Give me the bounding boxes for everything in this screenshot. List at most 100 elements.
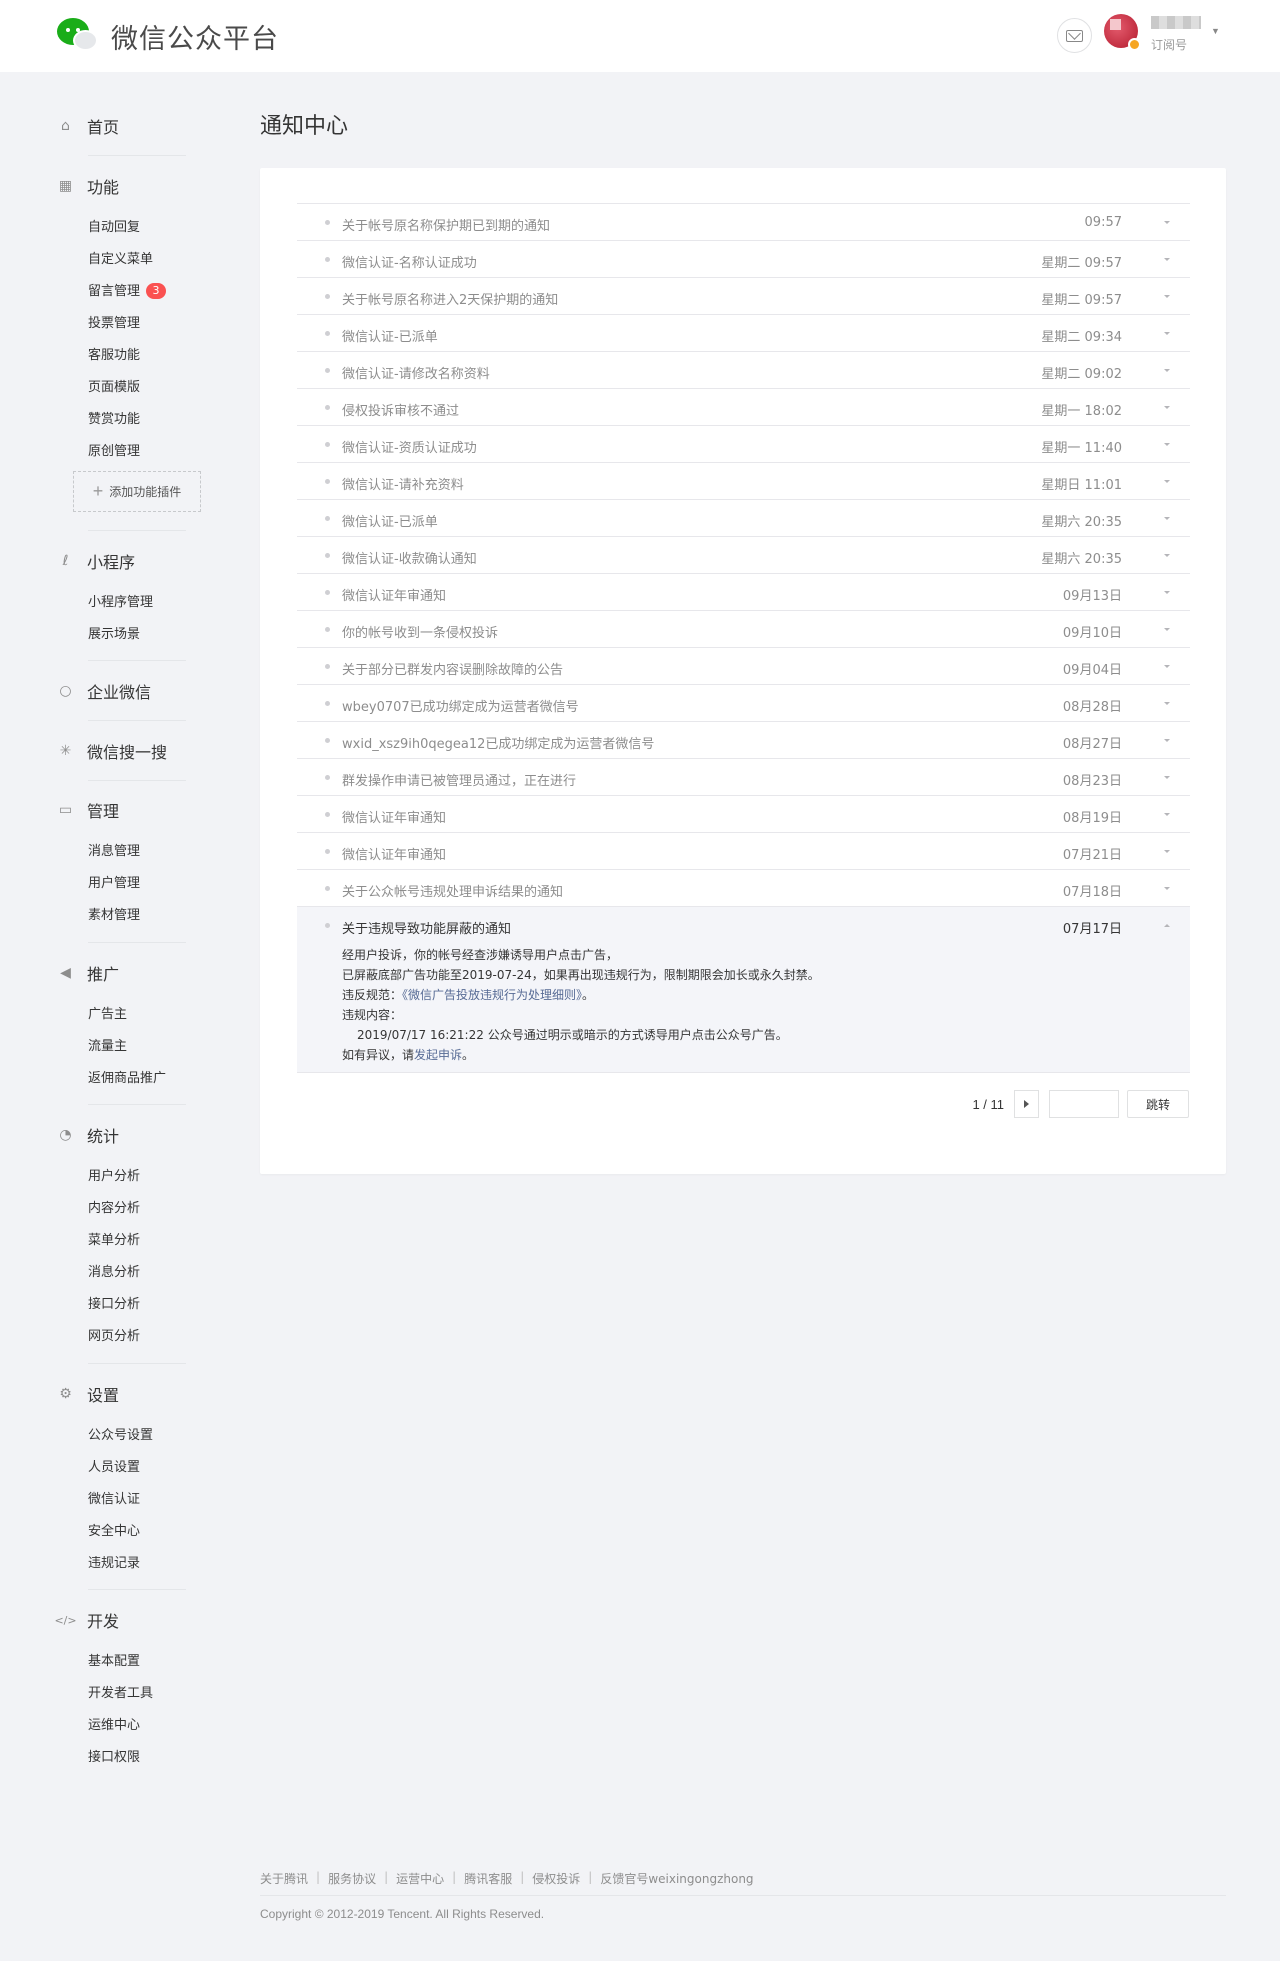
sidebar-item-comments[interactable]: 留言管理 3 xyxy=(88,280,167,299)
sidebar-item-violations[interactable]: 违规记录 xyxy=(88,1552,140,1571)
sidebar-item-security[interactable]: 安全中心 xyxy=(88,1520,140,1539)
sidebar-item-user-analysis[interactable]: 用户分析 xyxy=(88,1165,140,1184)
appeal-link[interactable]: 发起申诉 xyxy=(414,1048,462,1062)
notice-title[interactable]: 微信认证-请修改名称资料 xyxy=(342,363,490,382)
page-number-input[interactable] xyxy=(1049,1090,1119,1118)
chevron-down-icon[interactable] xyxy=(1164,258,1170,261)
notice-row[interactable]: 关于部分已群发内容误删除故障的公告 09月04日 xyxy=(297,648,1190,685)
chevron-down-icon[interactable] xyxy=(1164,887,1170,890)
sidebar-item-display-scenes[interactable]: 展示场景 xyxy=(88,623,140,642)
notice-title[interactable]: 微信认证-名称认证成功 xyxy=(342,252,477,271)
nav-home[interactable]: ⌂ 首页 xyxy=(58,114,119,138)
chevron-down-icon[interactable] xyxy=(1164,739,1170,742)
sidebar-item-basic-config[interactable]: 基本配置 xyxy=(88,1650,140,1669)
notice-row[interactable]: 关于帐号原名称保护期已到期的通知 09:57 xyxy=(297,204,1190,241)
sidebar-item-customer-service[interactable]: 客服功能 xyxy=(88,344,140,363)
add-plugin-button[interactable]: + 添加功能插件 xyxy=(73,471,201,512)
chevron-down-icon[interactable] xyxy=(1164,554,1170,557)
notice-title[interactable]: 微信认证年审通知 xyxy=(342,585,446,604)
sidebar-item-ops-center[interactable]: 运维中心 xyxy=(88,1714,140,1733)
jump-button[interactable]: 跳转 xyxy=(1127,1090,1189,1118)
sidebar-item-original[interactable]: 原创管理 xyxy=(88,440,140,459)
nav-wecom[interactable]: ○ 企业微信 xyxy=(58,679,151,703)
footer-link[interactable]: 腾讯客服 xyxy=(464,1870,512,1887)
sidebar-item-api-permissions[interactable]: 接口权限 xyxy=(88,1746,140,1765)
notice-row[interactable]: 微信认证-请修改名称资料 星期二 09:02 xyxy=(297,352,1190,389)
sidebar-item-materials[interactable]: 素材管理 xyxy=(88,904,140,923)
notice-title[interactable]: 微信认证年审通知 xyxy=(342,807,446,826)
notice-row-expanded[interactable]: 关于违规导致功能屏蔽的通知 07月17日 经用户投诉，你的帐号经查涉嫌诱导用户点击广… xyxy=(297,907,1190,1073)
sidebar-item-menu-analysis[interactable]: 菜单分析 xyxy=(88,1229,140,1248)
sidebar-item-vote[interactable]: 投票管理 xyxy=(88,312,140,331)
notice-title[interactable]: 微信认证-已派单 xyxy=(342,511,438,530)
notice-row[interactable]: wxid_xsz9ih0qegea12已成功绑定成为运营者微信号 08月27日 xyxy=(297,722,1190,759)
notice-title[interactable]: 微信认证-请补充资料 xyxy=(342,474,464,493)
notice-title[interactable]: wxid_xsz9ih0qegea12已成功绑定成为运营者微信号 xyxy=(342,733,654,752)
notice-title[interactable]: 关于违规导致功能屏蔽的通知 xyxy=(342,918,511,937)
sidebar-item-member-settings[interactable]: 人员设置 xyxy=(88,1456,140,1475)
notice-row[interactable]: 微信认证年审通知 07月21日 xyxy=(297,833,1190,870)
chevron-down-icon[interactable] xyxy=(1164,443,1170,446)
sidebar-item-publisher[interactable]: 流量主 xyxy=(88,1035,127,1054)
chevron-down-icon[interactable] xyxy=(1164,480,1170,483)
notice-title[interactable]: 微信认证年审通知 xyxy=(342,844,446,863)
wechat-logo[interactable]: 微信公众平台 xyxy=(57,16,279,56)
chevron-down-icon[interactable] xyxy=(1164,850,1170,853)
footer-link[interactable]: 关于腾讯 xyxy=(260,1870,308,1887)
chevron-down-icon[interactable] xyxy=(1164,406,1170,409)
notice-title[interactable]: 关于部分已群发内容误删除故障的公告 xyxy=(342,659,563,678)
notice-row[interactable]: 微信认证-请补充资料 星期日 11:01 xyxy=(297,463,1190,500)
sidebar-item-custom-menu[interactable]: 自定义菜单 xyxy=(88,248,153,267)
chevron-down-icon[interactable] xyxy=(1164,295,1170,298)
rule-link[interactable]: 《微信广告投放违规行为处理细则》 xyxy=(402,988,582,1002)
chevron-down-icon[interactable] xyxy=(1164,517,1170,520)
chevron-down-icon[interactable] xyxy=(1164,813,1170,816)
chevron-down-icon[interactable] xyxy=(1164,628,1170,631)
sidebar-item-account-settings[interactable]: 公众号设置 xyxy=(88,1424,153,1443)
notice-row[interactable]: 微信认证年审通知 09月13日 xyxy=(297,574,1190,611)
sidebar-item-advertiser[interactable]: 广告主 xyxy=(88,1003,127,1022)
notice-row[interactable]: 你的帐号收到一条侵权投诉 09月10日 xyxy=(297,611,1190,648)
footer-link[interactable]: 运营中心 xyxy=(396,1870,444,1887)
notice-title[interactable]: wbey0707已成功绑定成为运营者微信号 xyxy=(342,696,579,715)
sidebar-item-commission[interactable]: 返佣商品推广 xyxy=(88,1067,166,1086)
notice-row[interactable]: 微信认证-资质认证成功 星期一 11:40 xyxy=(297,426,1190,463)
sidebar-item-miniprogram-manage[interactable]: 小程序管理 xyxy=(88,591,153,610)
notice-row[interactable]: wbey0707已成功绑定成为运营者微信号 08月28日 xyxy=(297,685,1190,722)
chevron-down-icon[interactable] xyxy=(1164,702,1170,705)
chevron-down-icon[interactable] xyxy=(1164,665,1170,668)
notice-row[interactable]: 微信认证-已派单 星期六 20:35 xyxy=(297,500,1190,537)
notice-row[interactable]: 微信认证-已派单 星期二 09:34 xyxy=(297,315,1190,352)
notice-title[interactable]: 关于帐号原名称保护期已到期的通知 xyxy=(342,215,550,234)
chevron-up-icon[interactable] xyxy=(1164,924,1170,927)
sidebar-item-dev-tools[interactable]: 开发者工具 xyxy=(88,1682,153,1701)
notice-title[interactable]: 你的帐号收到一条侵权投诉 xyxy=(342,622,498,641)
notice-title[interactable]: 微信认证-资质认证成功 xyxy=(342,437,477,456)
notice-row[interactable]: 群发操作申请已被管理员通过，正在进行 08月23日 xyxy=(297,759,1190,796)
messages-button[interactable] xyxy=(1057,18,1092,53)
notice-title[interactable]: 关于公众帐号违规处理申诉结果的通知 xyxy=(342,881,563,900)
chevron-down-icon[interactable] xyxy=(1164,332,1170,335)
sidebar-item-web-analysis[interactable]: 网页分析 xyxy=(88,1325,140,1344)
sidebar-item-api-analysis[interactable]: 接口分析 xyxy=(88,1293,140,1312)
nav-search[interactable]: ✳ 微信搜一搜 xyxy=(58,739,167,763)
sidebar-item-content-analysis[interactable]: 内容分析 xyxy=(88,1197,140,1216)
chevron-down-icon[interactable] xyxy=(1164,221,1170,224)
chevron-down-icon[interactable] xyxy=(1164,369,1170,372)
footer-link[interactable]: 服务协议 xyxy=(328,1870,376,1887)
sidebar-item-wechat-verify[interactable]: 微信认证 xyxy=(88,1488,140,1507)
sidebar-item-auto-reply[interactable]: 自动回复 xyxy=(88,216,140,235)
notice-row[interactable]: 微信认证年审通知 08月19日 xyxy=(297,796,1190,833)
chevron-down-icon[interactable] xyxy=(1164,591,1170,594)
notice-row[interactable]: 侵权投诉审核不通过 星期一 18:02 xyxy=(297,389,1190,426)
sidebar-item-messages[interactable]: 消息管理 xyxy=(88,840,140,859)
notice-row[interactable]: 微信认证-名称认证成功 星期二 09:57 xyxy=(297,241,1190,278)
footer-link[interactable]: 侵权投诉 xyxy=(532,1870,580,1887)
notice-title[interactable]: 侵权投诉审核不通过 xyxy=(342,400,459,419)
notice-row[interactable]: 微信认证-收款确认通知 星期六 20:35 xyxy=(297,537,1190,574)
sidebar-item-page-template[interactable]: 页面模版 xyxy=(88,376,140,395)
chevron-down-icon[interactable]: ▼ xyxy=(1211,26,1220,36)
sidebar-item-message-analysis[interactable]: 消息分析 xyxy=(88,1261,140,1280)
account-name-blurred[interactable] xyxy=(1151,16,1201,29)
chevron-down-icon[interactable] xyxy=(1164,776,1170,779)
